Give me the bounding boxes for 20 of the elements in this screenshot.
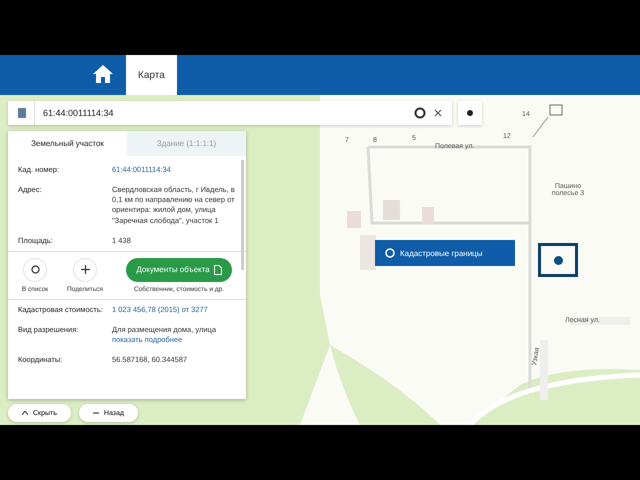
- documents-button[interactable]: Документы объекта: [126, 258, 232, 282]
- circle-icon: [385, 248, 395, 258]
- minus-icon: [92, 412, 99, 414]
- cadastral-layer-button[interactable]: Кадастровые границы: [375, 240, 515, 266]
- list-button[interactable]: [23, 258, 47, 282]
- circle-icon: [30, 265, 40, 274]
- chevron-icon: [22, 411, 28, 415]
- map-tab[interactable]: Карта: [126, 55, 177, 95]
- home-icon: [92, 64, 114, 84]
- locate-button[interactable]: [458, 101, 482, 125]
- panel-tab[interactable]: Земельный участок: [8, 131, 127, 156]
- search-field[interactable]: 61:44:0011114:34: [8, 101, 452, 125]
- plus-icon: [80, 265, 90, 274]
- share-button[interactable]: [73, 258, 97, 282]
- close-icon[interactable]: [434, 109, 442, 117]
- search-icon[interactable]: [414, 107, 426, 119]
- book-icon: [18, 108, 26, 118]
- plot-marker-icon[interactable]: [538, 243, 578, 277]
- document-icon: [214, 264, 222, 275]
- dot-icon: [467, 110, 473, 116]
